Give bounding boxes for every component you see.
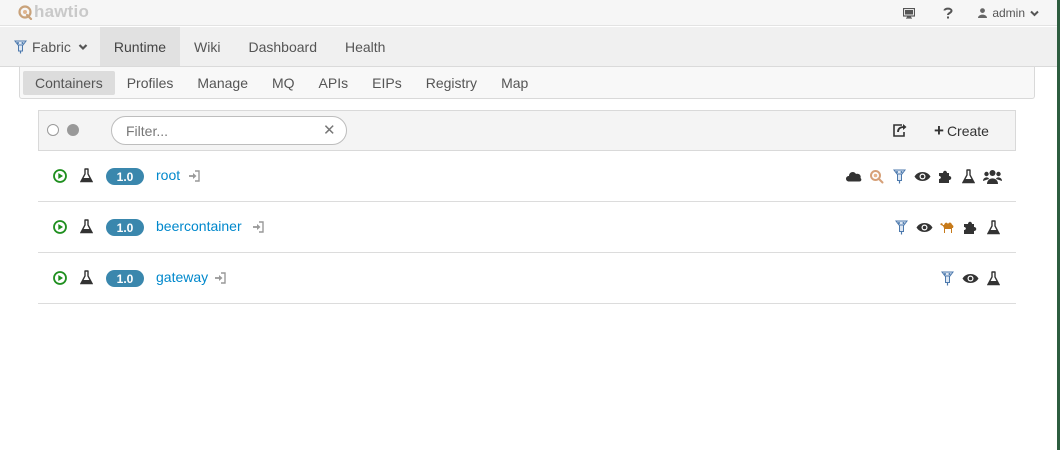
create-button-label: Create — [946, 123, 989, 139]
running-status-icon[interactable] — [53, 169, 67, 183]
chevron-down-icon — [1030, 10, 1039, 16]
select-all-icon[interactable] — [67, 124, 79, 136]
nav-dashboard[interactable]: Dashboard — [234, 27, 331, 66]
tab-containers[interactable]: Containers — [23, 70, 115, 95]
brand-name: hawtio — [34, 2, 90, 21]
container-list: 1.0 root 1.0 beercontainer 1.0 gateway — [38, 151, 1016, 304]
sub-nav: Containers Profiles Manage MQ APIs EIPs … — [19, 67, 1035, 99]
tab-mq[interactable]: MQ — [260, 71, 307, 95]
container-name-link[interactable]: gateway — [156, 269, 208, 285]
tab-manage-label: Manage — [197, 74, 248, 91]
tab-profiles-label: Profiles — [126, 74, 174, 91]
nav-fabric[interactable]: Fabric — [0, 27, 100, 66]
hawtio-icon[interactable] — [868, 168, 885, 185]
user-icon — [978, 8, 988, 18]
filter-input[interactable] — [126, 122, 316, 140]
tab-registry[interactable]: Registry — [414, 71, 489, 95]
nav-wiki[interactable]: Wiki — [180, 27, 234, 66]
eye-icon[interactable] — [914, 168, 931, 185]
running-status-icon[interactable] — [53, 220, 67, 234]
fabric-icon — [14, 40, 27, 54]
flask-icon[interactable] — [985, 270, 1002, 287]
tab-map-label: Map — [501, 74, 529, 91]
create-button[interactable]: + Create — [934, 121, 989, 141]
nav-fabric-label: Fabric — [32, 38, 71, 55]
hawtio-logo[interactable]: hawtio — [18, 1, 89, 23]
tab-apis-label: APIs — [318, 74, 349, 91]
nav-wiki-label: Wiki — [194, 38, 221, 55]
main-nav: Fabric Runtime Wiki Dashboard Health — [0, 27, 1057, 67]
puzzle-icon[interactable] — [962, 219, 979, 236]
container-row[interactable]: 1.0 beercontainer — [38, 202, 1016, 253]
flask-icon[interactable] — [80, 168, 93, 183]
container-name-link[interactable]: beercontainer — [156, 218, 242, 234]
fabric-icon[interactable] — [891, 168, 908, 185]
cloud-icon[interactable] — [845, 168, 862, 185]
container-row[interactable]: 1.0 gateway — [38, 253, 1016, 304]
nav-runtime-label: Runtime — [113, 38, 167, 55]
users-icon[interactable] — [983, 168, 1002, 185]
sign-in-icon[interactable] — [188, 170, 200, 182]
containers-toolbar: ✕ + Create — [38, 110, 1016, 151]
plus-icon: + — [934, 121, 944, 140]
puzzle-icon[interactable] — [937, 168, 954, 185]
container-feature-icons — [893, 217, 1002, 237]
tab-profiles[interactable]: Profiles — [115, 71, 186, 95]
fabric-icon[interactable] — [939, 270, 956, 287]
fabric-icon[interactable] — [893, 219, 910, 236]
running-status-icon[interactable] — [53, 271, 67, 285]
top-right-menu: admin — [898, 0, 1039, 26]
user-menu[interactable]: admin — [978, 6, 1039, 20]
monitor-icon[interactable] — [898, 0, 920, 26]
version-badge[interactable]: 1.0 — [106, 168, 144, 185]
nav-health-label: Health — [344, 38, 386, 55]
flask-icon[interactable] — [80, 219, 93, 234]
filter-box: ✕ — [111, 116, 347, 145]
tab-mq-label: MQ — [271, 74, 295, 91]
top-bar: hawtio admin — [0, 0, 1057, 26]
user-name: admin — [992, 6, 1025, 20]
version-badge[interactable]: 1.0 — [106, 219, 144, 236]
flask-icon[interactable] — [80, 270, 93, 285]
sign-in-icon[interactable] — [252, 221, 264, 233]
tab-registry-label: Registry — [425, 74, 478, 91]
tab-eips-label: EIPs — [372, 74, 402, 91]
flask-icon[interactable] — [960, 168, 977, 185]
select-none-icon[interactable] — [47, 124, 59, 136]
tab-containers-label: Containers — [35, 74, 103, 91]
flask-icon[interactable] — [985, 219, 1002, 236]
eye-icon[interactable] — [916, 219, 933, 236]
clear-filter-icon[interactable]: ✕ — [323, 123, 336, 138]
nav-dashboard-label: Dashboard — [248, 38, 317, 55]
container-feature-icons — [845, 166, 1002, 186]
tab-apis[interactable]: APIs — [307, 71, 361, 95]
container-name-link[interactable]: root — [156, 167, 180, 183]
tab-map[interactable]: Map — [489, 71, 540, 95]
tab-eips[interactable]: EIPs — [360, 71, 414, 95]
camel-icon[interactable] — [939, 219, 956, 236]
question-icon[interactable] — [940, 0, 956, 26]
tab-manage[interactable]: Manage — [185, 71, 260, 95]
export-icon[interactable] — [892, 123, 908, 138]
chevron-down-icon — [78, 43, 88, 50]
version-badge[interactable]: 1.0 — [106, 270, 144, 287]
container-row[interactable]: 1.0 root — [38, 151, 1016, 202]
hawtio-logo-icon — [18, 5, 33, 20]
container-feature-icons — [939, 268, 1002, 288]
eye-icon[interactable] — [962, 270, 979, 287]
nav-health[interactable]: Health — [331, 27, 399, 66]
sign-in-icon[interactable] — [214, 272, 226, 284]
nav-runtime[interactable]: Runtime — [99, 27, 181, 66]
